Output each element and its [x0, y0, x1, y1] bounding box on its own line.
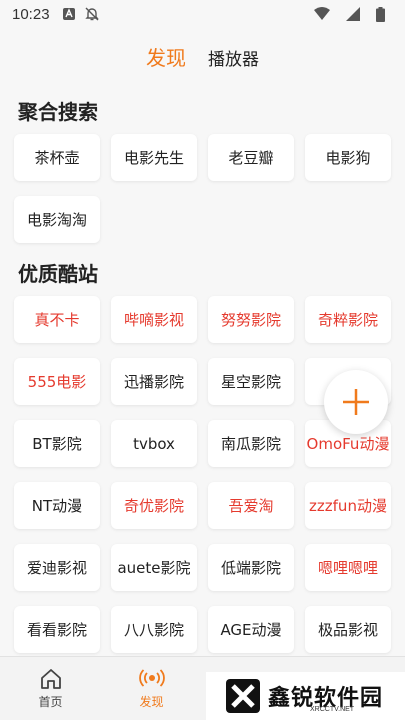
site-chip[interactable]: 嗯哩嗯哩 [305, 544, 391, 591]
search-engine-chip[interactable]: 电影先生 [111, 134, 197, 181]
top-tabs: 发现 播放器 [0, 42, 405, 71]
site-chip[interactable]: 哔嘀影视 [111, 296, 197, 343]
search-engine-chip[interactable]: 老豆瓣 [208, 134, 294, 181]
nav-home[interactable]: 首页 [0, 657, 101, 720]
site-chip[interactable]: 奇优影院 [111, 482, 197, 529]
site-chip[interactable]: NT动漫 [14, 482, 100, 529]
site-chip[interactable]: 看看影院 [14, 606, 100, 653]
battery-icon [376, 6, 385, 22]
aggregate-search-grid: 茶杯壶 电影先生 老豆瓣 电影狗电影淘淘 [14, 134, 392, 243]
broadcast-icon [138, 669, 165, 687]
search-engine-chip[interactable]: 茶杯壶 [14, 134, 100, 181]
site-chip[interactable]: 星空影院 [208, 358, 294, 405]
plus-icon [343, 389, 369, 415]
site-chip[interactable]: AGE动漫 [208, 606, 294, 653]
watermark-sub: XRCCTV.NET [310, 706, 355, 713]
site-chip[interactable]: 低端影院 [208, 544, 294, 591]
site-chip[interactable]: 努努影院 [208, 296, 294, 343]
bell-off-icon [84, 6, 100, 22]
section-title-aggregate-search: 聚合搜索 [18, 100, 98, 124]
site-chip[interactable]: tvbox [111, 420, 197, 467]
site-chip[interactable]: 真不卡 [14, 296, 100, 343]
nav-discover-label: 发现 [139, 695, 164, 709]
site-chip[interactable]: 奇粹影院 [305, 296, 391, 343]
status-bar: 10:23 [0, 0, 405, 28]
site-chip[interactable]: 南瓜影院 [208, 420, 294, 467]
wifi-icon [314, 7, 330, 21]
site-chip[interactable]: BT影院 [14, 420, 100, 467]
quality-sites-grid: 真不卡哔嘀影视努努影院奇粹影院555电影迅播影院星空影院TVBT影院tvbox南… [14, 296, 392, 653]
section-title-quality-sites: 优质酷站 [18, 262, 98, 286]
site-chip[interactable]: 极品影视 [305, 606, 391, 653]
site-chip[interactable]: auete影院 [111, 544, 197, 591]
nav-home-label: 首页 [38, 695, 63, 709]
site-chip[interactable]: 555电影 [14, 358, 100, 405]
site-chip[interactable]: 吾爱淘 [208, 482, 294, 529]
site-chip[interactable]: zzzfun动漫 [305, 482, 391, 529]
watermark-logo-icon [226, 679, 260, 713]
search-engine-chip[interactable]: 电影狗 [305, 134, 391, 181]
app-notification-icon [62, 7, 76, 21]
site-chip[interactable]: 爱迪影视 [14, 544, 100, 591]
watermark: 鑫锐软件园 XRCCTV.NET [206, 672, 405, 720]
home-icon [40, 669, 61, 689]
site-chip[interactable]: 迅播影院 [111, 358, 197, 405]
site-chip[interactable]: 八八影院 [111, 606, 197, 653]
nav-discover[interactable]: 发现 [101, 657, 202, 720]
search-engine-chip[interactable]: 电影淘淘 [14, 196, 100, 243]
tab-player[interactable]: 播放器 [208, 45, 259, 70]
status-time: 10:23 [12, 5, 50, 23]
tab-discover[interactable]: 发现 [146, 42, 186, 71]
add-fab-button[interactable] [324, 370, 388, 434]
signal-icon [346, 7, 360, 21]
